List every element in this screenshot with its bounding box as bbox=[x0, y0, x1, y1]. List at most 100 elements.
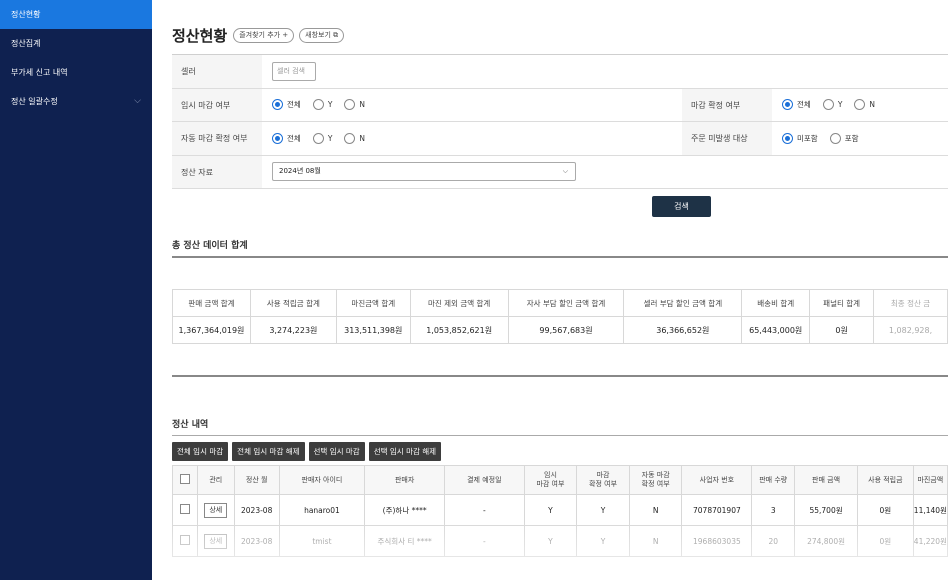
summary-value-cell: 313,511,398원 bbox=[335, 316, 411, 344]
list-header-row: 관리 정산 월 판매자 아이디 판매자 결제 예정일 임시 마감 여부 마감 확… bbox=[172, 465, 948, 495]
add-favorite-button[interactable]: 즐겨찾기 추가 + bbox=[233, 28, 295, 43]
table-cell: 0원 bbox=[856, 494, 914, 526]
filter-row-auto-close: 자동 마감 확정 여부 전체 Y N 주문 미발생 대상 미포함 포함 bbox=[172, 122, 948, 156]
select-all-checkbox[interactable] bbox=[179, 473, 190, 484]
list-header-cell: 사업자 번호 bbox=[681, 465, 753, 495]
settlement-month-select[interactable]: 2024년 08월 ⌵ bbox=[272, 162, 576, 182]
new-window-button[interactable]: 새창보기 ⧉ bbox=[299, 28, 345, 43]
filter-row-temp-close: 임시 마감 여부 전체 Y N 마감 확정 여부 전체 Y N bbox=[172, 88, 948, 122]
radio-icon bbox=[312, 99, 324, 111]
radio-close-confirm-y[interactable]: Y bbox=[822, 99, 843, 111]
table-cell: 11,140원 bbox=[912, 494, 948, 526]
list-header-cell: 판매 금액 bbox=[794, 465, 858, 495]
radio-icon bbox=[782, 99, 793, 111]
settlement-list-table: 관리 정산 월 판매자 아이디 판매자 결제 예정일 임시 마감 여부 마감 확… bbox=[172, 465, 948, 557]
list-header-cell: 정산 월 bbox=[233, 465, 280, 495]
sidebar-item-label: 정산 일괄수정 bbox=[11, 97, 58, 106]
radio-icon bbox=[829, 132, 841, 144]
radio-auto-close-y[interactable]: Y bbox=[312, 132, 333, 144]
radio-temp-close-n[interactable]: N bbox=[344, 99, 366, 111]
radio-icon bbox=[822, 99, 834, 111]
table-cell: 274,800원 bbox=[794, 525, 858, 557]
radio-icon bbox=[272, 132, 283, 144]
divider bbox=[172, 435, 948, 436]
summary-value-cell: 1,082,928, bbox=[873, 316, 948, 344]
table-cell: Y bbox=[523, 525, 578, 557]
select-value: 2024년 08월 bbox=[279, 167, 321, 176]
row-select-cell bbox=[172, 494, 198, 526]
filter-label: 마감 확정 여부 bbox=[682, 88, 772, 121]
table-cell: 3 bbox=[751, 494, 796, 526]
detail-cell: 상세 bbox=[196, 525, 235, 557]
radio-auto-close-n[interactable]: N bbox=[344, 132, 365, 144]
radio-icon bbox=[312, 132, 324, 144]
row-checkbox[interactable] bbox=[179, 535, 190, 545]
all-temp-close-button[interactable]: 전체 임시 마감 bbox=[172, 442, 229, 461]
radio-label: 전체 bbox=[797, 100, 811, 110]
list-header-cell: 사용 적립금 bbox=[856, 465, 914, 495]
divider bbox=[172, 256, 948, 258]
radio-label: 미포함 bbox=[797, 133, 818, 143]
bulk-action-buttons: 전체 임시 마감 전체 임시 마감 해제 선택 임시 마감 선택 임시 마감 해… bbox=[172, 442, 445, 461]
page-title: 정산현황 bbox=[172, 27, 228, 45]
seller-search-input[interactable]: 셀러 검색 bbox=[272, 61, 316, 81]
radio-label: Y bbox=[837, 100, 843, 110]
radio-icon bbox=[344, 132, 356, 144]
selected-temp-close-button[interactable]: 선택 임시 마감 bbox=[308, 442, 365, 461]
filter-label: 주문 미발생 대상 bbox=[682, 122, 772, 155]
list-header-cell: 마진금액 bbox=[912, 465, 948, 495]
detail-cell: 상세 bbox=[196, 494, 235, 526]
radio-auto-close-all[interactable]: 전체 bbox=[272, 132, 301, 144]
summary-header-cell: 자사 부담 할인 금액 합계 bbox=[507, 289, 625, 317]
table-cell: 7078701907 bbox=[681, 494, 753, 526]
detail-button[interactable]: 상세 bbox=[204, 533, 228, 549]
table-cell: 20 bbox=[751, 525, 796, 557]
table-cell: Y bbox=[523, 494, 578, 526]
table-cell: hanaro01 bbox=[278, 494, 366, 526]
all-temp-close-cancel-button[interactable]: 전체 임시 마감 해제 bbox=[232, 442, 305, 461]
table-cell: 2023-08 bbox=[233, 494, 280, 526]
table-cell: Y bbox=[576, 494, 630, 526]
sidebar-item-label: 정산집계 bbox=[11, 39, 41, 48]
table-cell: Y bbox=[576, 525, 630, 557]
detail-button[interactable]: 상세 bbox=[204, 502, 228, 518]
sidebar-item-settlement-summary[interactable]: 정산집계 bbox=[0, 29, 152, 58]
radio-close-confirm-n[interactable]: N bbox=[854, 99, 876, 111]
sidebar-item-bulk-edit[interactable]: 정산 일괄수정 ⌵ bbox=[0, 87, 152, 116]
radio-label: N bbox=[869, 100, 876, 110]
radio-label: Y bbox=[327, 100, 333, 110]
sidebar-item-settlement-status[interactable]: 정산현황 bbox=[0, 0, 152, 29]
filter-label: 임시 마감 여부 bbox=[172, 88, 262, 121]
radio-close-confirm-all[interactable]: 전체 bbox=[782, 99, 811, 111]
radio-temp-close-y[interactable]: Y bbox=[312, 99, 333, 111]
sidebar-item-vat-report[interactable]: 부가세 신고 내역 bbox=[0, 58, 152, 87]
radio-label: Y bbox=[327, 133, 333, 143]
summary-header-cell: 패널티 합계 bbox=[809, 289, 875, 317]
radio-temp-close-all[interactable]: 전체 bbox=[272, 99, 301, 111]
sidebar-item-label: 정산현황 bbox=[11, 10, 41, 19]
radio-order-exclude[interactable]: 미포함 bbox=[782, 132, 818, 144]
radio-label: N bbox=[359, 100, 366, 110]
filter-panel: 셀러 셀러 검색 임시 마감 여부 전체 Y N 마감 확정 여부 전체 Y N… bbox=[172, 54, 948, 189]
summary-title: 총 정산 데이터 합계 bbox=[172, 241, 248, 251]
radio-icon bbox=[854, 99, 866, 111]
divider bbox=[172, 375, 948, 377]
summary-header-cell: 사용 적립금 합계 bbox=[249, 289, 337, 317]
summary-value-cell: 65,443,000원 bbox=[741, 316, 811, 344]
row-checkbox[interactable] bbox=[179, 504, 190, 514]
filter-row-data: 정산 자료 2024년 08월 ⌵ bbox=[172, 155, 948, 189]
table-cell: 41,220원 bbox=[912, 525, 948, 557]
radio-label: 전체 bbox=[287, 133, 301, 143]
table-cell: tmist bbox=[278, 525, 366, 557]
sidebar: 정산현황 정산집계 부가세 신고 내역 정산 일괄수정 ⌵ bbox=[0, 0, 152, 580]
list-header-cell: 결제 예정일 bbox=[444, 465, 525, 495]
summary-value-cell: 1,367,364,019원 bbox=[172, 316, 251, 344]
row-select-cell bbox=[172, 525, 198, 557]
selected-temp-close-cancel-button[interactable]: 선택 임시 마감 해제 bbox=[368, 442, 442, 461]
radio-icon bbox=[272, 99, 283, 111]
radio-order-include[interactable]: 포함 bbox=[829, 132, 859, 144]
summary-table: 판매 금액 합계 사용 적립금 합계 마진금액 합계 마진 제외 금액 합계 자… bbox=[172, 289, 948, 344]
search-button[interactable]: 검색 bbox=[652, 196, 711, 217]
chevron-down-icon: ⌵ bbox=[134, 96, 141, 106]
sidebar-item-label: 부가세 신고 내역 bbox=[11, 68, 68, 77]
